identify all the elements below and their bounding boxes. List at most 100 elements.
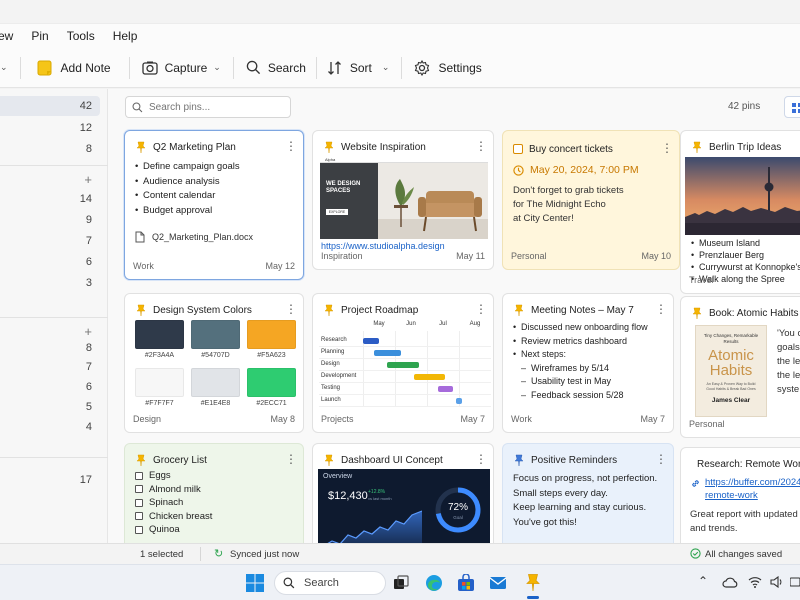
grocery-item[interactable]: Chicken breast xyxy=(135,511,212,522)
more-options-icon[interactable]: ⋮ xyxy=(475,452,487,468)
more-options-icon[interactable]: ⋮ xyxy=(475,302,487,318)
sidebar-item[interactable]: 7 xyxy=(0,357,100,377)
sort-button[interactable]: Sort ⌄ xyxy=(327,54,389,82)
chevron-down-icon[interactable]: ⌄ xyxy=(0,62,8,73)
color-swatch[interactable] xyxy=(191,368,240,397)
grocery-item[interactable]: Quinoa xyxy=(135,524,180,535)
search-box[interactable] xyxy=(125,96,291,118)
gantt-bar[interactable] xyxy=(414,374,445,380)
grocery-checkbox[interactable] xyxy=(135,512,143,520)
color-swatch[interactable] xyxy=(191,320,240,349)
gantt-bar[interactable] xyxy=(387,362,419,368)
gantt-bar[interactable] xyxy=(374,350,402,356)
card-footer: Personal May 10 xyxy=(511,251,671,263)
cloud-icon[interactable] xyxy=(722,577,738,588)
grocery-checkbox[interactable] xyxy=(135,471,143,480)
settings-button[interactable]: Settings xyxy=(414,54,482,82)
more-options-icon[interactable]: ⋮ xyxy=(475,139,487,155)
chevron-up-icon[interactable]: ⌃ xyxy=(698,574,708,588)
sidebar-item[interactable]: 17 xyxy=(0,470,100,490)
wifi-icon[interactable] xyxy=(748,576,762,588)
menu-tools[interactable]: Tools xyxy=(67,29,95,43)
more-options-icon[interactable]: ⋮ xyxy=(285,452,297,468)
gantt-bar[interactable] xyxy=(438,386,453,392)
color-swatch[interactable] xyxy=(135,320,184,349)
sidebar-item[interactable]: 3 xyxy=(0,273,100,293)
website-screenshot[interactable]: Alpha WE DESIGN SPACES EXPLORE xyxy=(320,157,488,239)
pin-card-project-roadmap[interactable]: Project Roadmap ⋮ May Jun Jul Aug Research Pl… xyxy=(312,293,494,433)
sidebar-item[interactable]: 14 xyxy=(0,189,100,209)
pin-card-grocery-list[interactable]: Grocery List ⋮ Eggs Almond milk Spinach Chi… xyxy=(124,443,304,543)
sidebar-item[interactable]: 4 xyxy=(0,417,100,437)
capture-button[interactable]: Capture ⌄ xyxy=(141,54,221,82)
pin-card-research-remote-work[interactable]: Research: Remote Work https://buffer.com… xyxy=(680,447,800,543)
pin-card-berlin-trip[interactable]: Berlin Trip Ideas Museum Island Prenzlau… xyxy=(680,130,800,294)
more-options-icon[interactable]: ⋮ xyxy=(661,141,673,157)
more-options-icon[interactable]: ⋮ xyxy=(655,302,667,318)
website-link[interactable]: https://www.studioalpha.design xyxy=(321,241,445,251)
dashboard-preview[interactable]: Overview $12,430 +12.8% vs last month 72… xyxy=(318,469,490,543)
sidebar-item-all[interactable]: 42 xyxy=(0,96,100,116)
grocery-checkbox[interactable] xyxy=(135,525,143,534)
store-icon[interactable] xyxy=(457,574,475,592)
pin-card-positive-reminders[interactable]: Positive Reminders ⋮ Focus on progress, … xyxy=(502,443,674,543)
pin-card-book-atomic-habits[interactable]: Book: Atomic Habits Tiny Changes, Remark… xyxy=(680,296,800,438)
volume-icon[interactable] xyxy=(770,576,784,588)
search-button[interactable]: Search xyxy=(246,54,306,82)
sidebar-item[interactable]: 9 xyxy=(0,210,100,230)
grocery-checkbox[interactable] xyxy=(135,498,143,507)
color-swatch[interactable] xyxy=(247,368,296,397)
battery-icon[interactable] xyxy=(790,577,800,587)
gantt-row-label: Design xyxy=(321,361,340,367)
pin-card-dashboard-concept[interactable]: Dashboard UI Concept ⋮ Overview $12,430 … xyxy=(312,443,494,543)
windows-start-icon[interactable] xyxy=(246,574,264,592)
book-cover[interactable]: Tiny Changes, Remarkable Results Atomic … xyxy=(695,325,767,417)
gantt-bar[interactable] xyxy=(363,338,379,344)
pin-card-q2-marketing[interactable]: Q2 Marketing Plan ⋮ Define campaign goal… xyxy=(124,130,304,280)
color-swatch[interactable] xyxy=(247,320,296,349)
taskbar-search[interactable]: Search xyxy=(274,571,386,595)
pin-card-meeting-notes[interactable]: Meeting Notes – May 7 ⋮ Discussed new on… xyxy=(502,293,674,433)
grocery-item[interactable]: Spinach xyxy=(135,497,183,508)
menu-view[interactable]: ew xyxy=(0,29,13,43)
pin-card-concert-tickets[interactable]: Buy concert tickets ⋮ May 20, 2024, 7:00… xyxy=(502,130,680,270)
more-options-icon[interactable]: ⋮ xyxy=(655,452,667,468)
add-note-button[interactable]: Add Note xyxy=(37,54,111,82)
color-swatch[interactable] xyxy=(135,368,184,397)
sidebar-item[interactable]: 6 xyxy=(0,252,100,272)
color-swatch-label: #E1E4E8 xyxy=(200,400,231,407)
sidebar-item[interactable]: 8 xyxy=(0,139,100,159)
research-link[interactable]: https://buffer.com/2024 remote-work xyxy=(705,476,800,502)
mail-icon[interactable] xyxy=(489,575,507,591)
add-board-button[interactable]: + xyxy=(0,169,100,189)
more-options-icon[interactable]: ⋮ xyxy=(285,302,297,318)
settings-label: Settings xyxy=(438,60,482,75)
list-item: Define campaign goals xyxy=(135,160,240,175)
more-options-icon[interactable]: ⋮ xyxy=(285,139,297,155)
attachment[interactable]: Q2_Marketing_Plan.docx xyxy=(135,231,253,243)
reminder: May 20, 2024, 7:00 PM xyxy=(513,164,639,176)
grocery-checkbox[interactable] xyxy=(135,485,143,493)
pin-card-website-inspiration[interactable]: Website Inspiration ⋮ Alpha WE DESIGN SP… xyxy=(312,130,494,270)
edge-browser-icon[interactable] xyxy=(425,574,443,592)
menu-pin[interactable]: Pin xyxy=(31,29,48,43)
menu-help[interactable]: Help xyxy=(113,29,138,43)
toolbar-separator xyxy=(232,56,234,79)
pin-app-icon[interactable] xyxy=(524,572,542,592)
gantt-gridline xyxy=(459,331,460,407)
sidebar-item[interactable]: 12 xyxy=(0,118,100,138)
sidebar-item[interactable]: 7 xyxy=(0,231,100,251)
pin-card-design-colors[interactable]: Design System Colors ⋮ #2F3A4A #54707D #F5… xyxy=(124,293,304,433)
task-checkbox[interactable] xyxy=(513,144,523,154)
armchair-image xyxy=(378,179,488,239)
sidebar-item[interactable]: 8 xyxy=(0,338,100,358)
sidebar-item[interactable]: 6 xyxy=(0,377,100,397)
grocery-item[interactable]: Eggs xyxy=(135,470,171,481)
grid-view-button[interactable] xyxy=(784,96,800,118)
color-swatch-label: #F7F7F7 xyxy=(145,400,174,407)
sidebar-item[interactable]: 5 xyxy=(0,397,100,417)
gantt-bar[interactable] xyxy=(455,398,463,404)
search-input[interactable] xyxy=(149,101,279,113)
grocery-item[interactable]: Almond milk xyxy=(135,484,201,495)
task-view-icon[interactable] xyxy=(393,575,409,591)
